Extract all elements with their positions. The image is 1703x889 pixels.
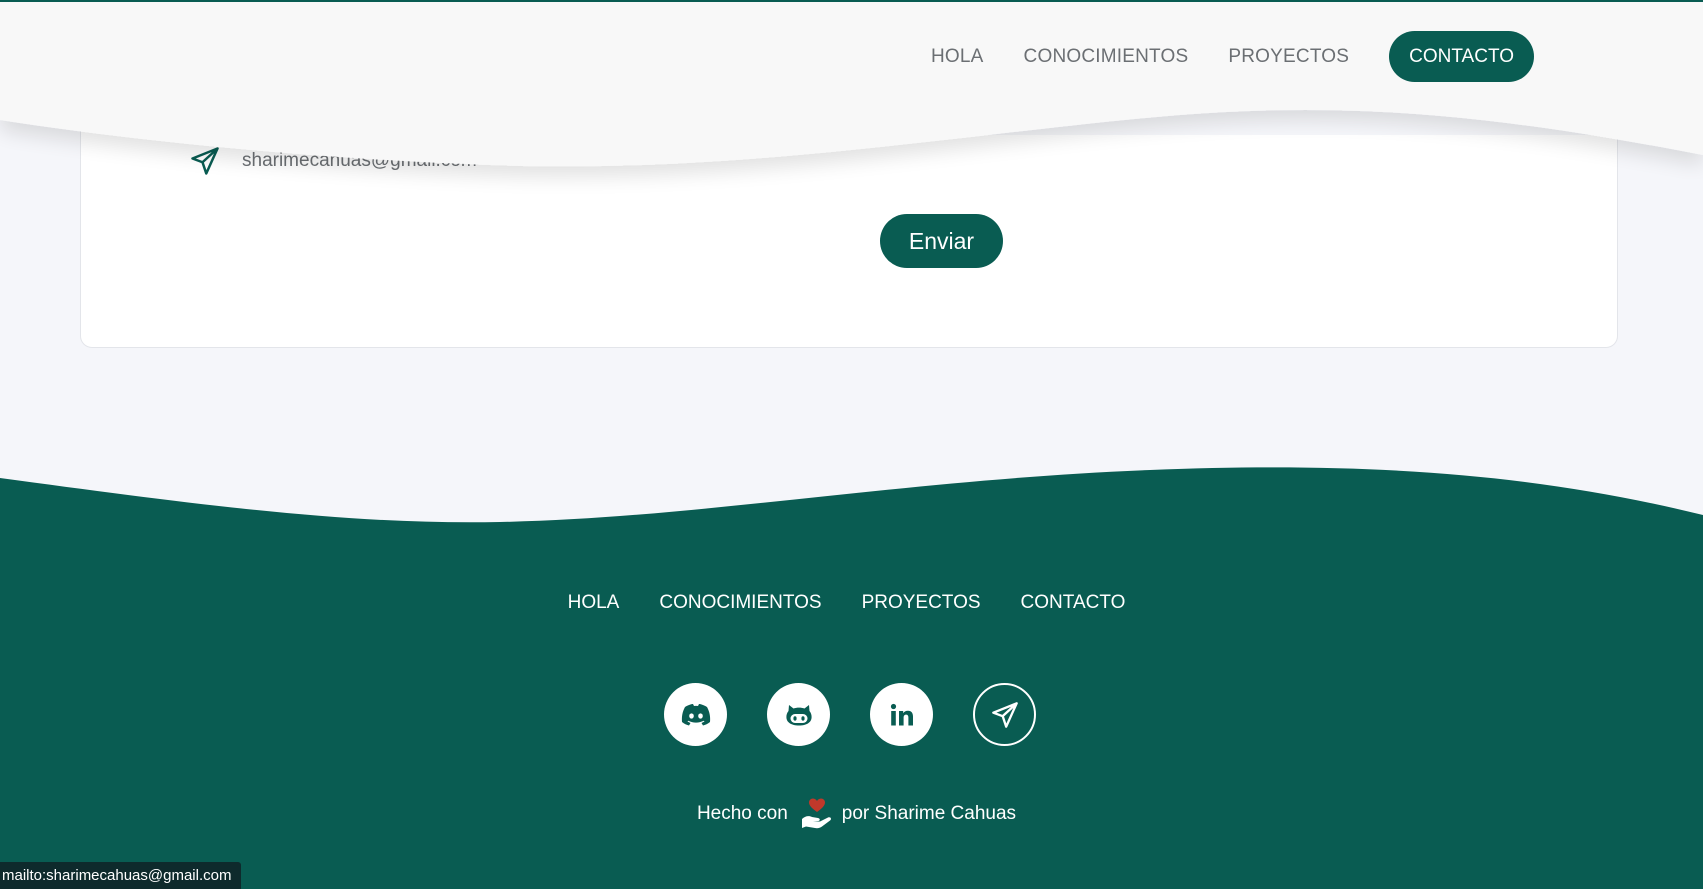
footer-nav-conocimientos[interactable]: CONOCIMIENTOS: [659, 592, 821, 614]
footer-nav-contacto[interactable]: CONTACTO: [1021, 592, 1126, 614]
email-button[interactable]: [973, 683, 1036, 746]
send-icon: [191, 147, 219, 175]
social-links: [664, 683, 1036, 746]
github-icon: [785, 704, 812, 725]
nav-proyectos[interactable]: PROYECTOS: [1228, 46, 1349, 68]
nav-contacto-button[interactable]: CONTACTO: [1389, 31, 1534, 82]
browser-status-bar: mailto:sharimecahuas@gmail.com: [0, 862, 242, 889]
contact-email-row[interactable]: sharimecahuas@gmail.com: [190, 146, 477, 176]
footer-nav: HOLA CONOCIMIENTOS PROYECTOS CONTACTO: [0, 592, 1703, 614]
footer-nav-hola[interactable]: HOLA: [568, 592, 620, 614]
footer-credit: Hecho con por Sharime Cahuas: [0, 797, 1703, 831]
github-button[interactable]: [767, 683, 830, 746]
resize-grip-icon[interactable]: [1605, 121, 1615, 131]
heart-hand-icon: [801, 798, 831, 829]
credit-suffix: por Sharime Cahuas: [841, 803, 1017, 824]
send-button[interactable]: Enviar: [880, 214, 1003, 268]
footer-nav-proyectos[interactable]: PROYECTOS: [862, 592, 981, 614]
linkedin-button[interactable]: [870, 683, 933, 746]
header-nav: HOLA CONOCIMIENTOS PROYECTOS CONTACTO: [931, 31, 1534, 82]
discord-button[interactable]: [664, 683, 727, 746]
page: sharimecahuas@gmail.com Enviar HOLA CONO…: [0, 0, 1703, 889]
contact-email-link[interactable]: sharimecahuas@gmail.com: [242, 150, 477, 172]
nav-hola[interactable]: HOLA: [931, 46, 984, 68]
linkedin-icon: [890, 703, 913, 725]
nav-conocimientos[interactable]: CONOCIMIENTOS: [1024, 46, 1189, 68]
send-icon: [991, 701, 1018, 728]
credit-prefix: Hecho con: [696, 803, 788, 824]
discord-icon: [681, 703, 710, 725]
